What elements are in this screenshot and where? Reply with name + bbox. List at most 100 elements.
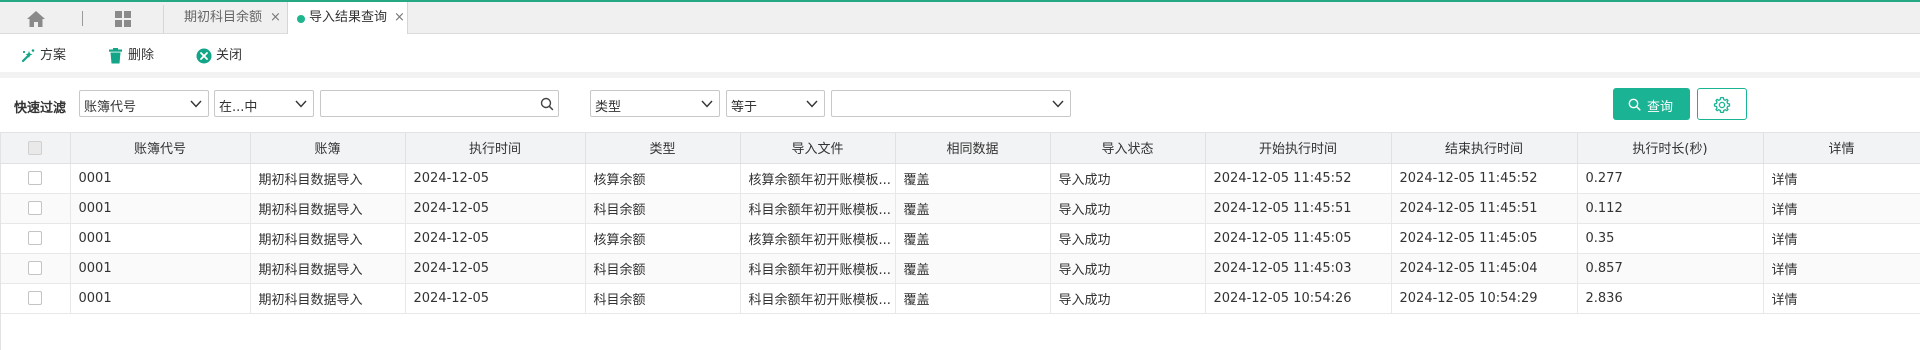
filter-value-input-1[interactable] (320, 90, 559, 117)
home-icon[interactable] (24, 9, 48, 29)
duplicate-data-cell: 覆盖 (895, 163, 1051, 194)
filter-field-select-1[interactable]: 账簿代号 (79, 90, 209, 117)
tab-bar: 期初科目余额 × 导入结果查询 × (0, 0, 1920, 34)
detail-link[interactable]: 详情 (1763, 253, 1920, 284)
row-checkbox[interactable] (28, 261, 43, 275)
filter-value-field[interactable] (325, 94, 535, 113)
select-all-checkbox[interactable] (28, 140, 43, 155)
column-header[interactable]: 账簿代号 (70, 133, 251, 164)
end-time-cell: 2024-12-05 11:45:05 (1391, 223, 1578, 254)
row-select-cell (1, 223, 71, 254)
book-code-cell: 0001 (70, 223, 251, 254)
import-file-cell: 核算余额年初开账模板... (740, 223, 896, 254)
tab-label: 导入结果查询 (309, 10, 388, 25)
import-status-cell: 导入成功 (1050, 253, 1206, 284)
filter-operator-select-1[interactable]: 在...中 (214, 90, 314, 117)
filter-field-value: 账簿代号 (84, 100, 137, 115)
filter-operator-value: 等于 (731, 100, 758, 115)
column-header[interactable]: 结束执行时间 (1391, 133, 1578, 164)
caret-down-icon (806, 100, 818, 108)
row-checkbox[interactable] (28, 171, 43, 185)
close-icon[interactable]: × (394, 2, 405, 34)
tab-import-results[interactable]: 导入结果查询 × (287, 2, 408, 34)
query-button[interactable]: 查询 (1613, 88, 1690, 120)
filter-settings-button[interactable] (1697, 88, 1747, 120)
import-status-cell: 导入成功 (1050, 193, 1206, 224)
row-checkbox[interactable] (28, 201, 43, 215)
end-time-cell: 2024-12-05 11:45:52 (1391, 163, 1578, 194)
filter-value-select-2[interactable] (831, 90, 1071, 117)
type-cell: 科目余额 (585, 253, 741, 284)
import-status-cell: 导入成功 (1050, 223, 1206, 254)
table-row[interactable]: 0001 期初科目数据导入 2024-12-05 科目余额 科目余额年初开账模板... 覆… (1, 193, 1920, 224)
type-cell: 核算余额 (585, 163, 741, 194)
delete-button[interactable]: 删除 (108, 46, 160, 66)
row-select-cell (1, 163, 71, 194)
row-select-cell (1, 283, 71, 314)
detail-link[interactable]: 详情 (1763, 163, 1920, 194)
column-header[interactable]: 导入文件 (740, 133, 896, 164)
column-header[interactable]: 详情 (1763, 133, 1920, 164)
filter-field-select-2[interactable]: 类型 (590, 90, 720, 117)
scheme-button[interactable]: 方案 (20, 46, 72, 66)
detail-link[interactable]: 详情 (1763, 223, 1920, 254)
column-header[interactable]: 相同数据 (895, 133, 1051, 164)
tab-opening-balance[interactable]: 期初科目余额 × (164, 2, 287, 34)
scheme-label: 方案 (40, 48, 67, 63)
row-select-cell (1, 253, 71, 284)
detail-link[interactable]: 详情 (1763, 283, 1920, 314)
duration-cell: 0.857 (1577, 253, 1764, 284)
duplicate-data-cell: 覆盖 (895, 253, 1051, 284)
query-label: 查询 (1647, 100, 1674, 115)
close-label: 关闭 (216, 48, 243, 63)
detail-link[interactable]: 详情 (1763, 193, 1920, 224)
import-status-cell: 导入成功 (1050, 163, 1206, 194)
column-header[interactable]: 开始执行时间 (1205, 133, 1392, 164)
column-header[interactable]: 执行时间 (405, 133, 586, 164)
book-cell: 期初科目数据导入 (250, 193, 406, 224)
quick-filter-label: 快速过滤 (14, 101, 67, 116)
column-header[interactable]: 类型 (585, 133, 741, 164)
exec-date-cell: 2024-12-05 (405, 163, 586, 194)
duration-cell: 0.277 (1577, 163, 1764, 194)
column-header[interactable]: 账簿 (250, 133, 406, 164)
table-row[interactable]: 0001 期初科目数据导入 2024-12-05 核算余额 核算余额年初开账模板... 覆… (1, 223, 1920, 254)
grid-icon[interactable] (114, 10, 132, 28)
delete-label: 删除 (128, 48, 155, 63)
search-icon[interactable] (540, 97, 554, 111)
type-cell: 核算余额 (585, 223, 741, 254)
select-all-cell (1, 133, 71, 164)
import-status-cell: 导入成功 (1050, 283, 1206, 314)
import-file-cell: 科目余额年初开账模板... (740, 253, 896, 284)
filter-operator-select-2[interactable]: 等于 (726, 90, 825, 117)
table-header-row: 账簿代号 账簿 执行时间 类型 导入文件 相同数据 导入状态 开始执行时间 结束… (1, 133, 1920, 164)
exec-date-cell: 2024-12-05 (405, 223, 586, 254)
column-header[interactable]: 执行时长(秒) (1577, 133, 1764, 164)
type-cell: 科目余额 (585, 283, 741, 314)
table-row[interactable]: 0001 期初科目数据导入 2024-12-05 科目余额 科目余额年初开账模板... 覆… (1, 253, 1920, 284)
book-cell: 期初科目数据导入 (250, 253, 406, 284)
caret-down-icon (190, 100, 202, 108)
import-file-cell: 核算余额年初开账模板... (740, 163, 896, 194)
start-time-cell: 2024-12-05 11:45:03 (1205, 253, 1392, 284)
end-time-cell: 2024-12-05 10:54:29 (1391, 283, 1578, 314)
table-row[interactable]: 0001 期初科目数据导入 2024-12-05 核算余额 核算余额年初开账模板... 覆… (1, 163, 1920, 194)
row-checkbox[interactable] (28, 231, 43, 245)
duplicate-data-cell: 覆盖 (895, 223, 1051, 254)
toolbar: 方案 删除 关闭 (0, 34, 1920, 78)
start-time-cell: 2024-12-05 11:45:05 (1205, 223, 1392, 254)
duplicate-data-cell: 覆盖 (895, 193, 1051, 224)
exec-date-cell: 2024-12-05 (405, 253, 586, 284)
row-checkbox[interactable] (28, 291, 43, 305)
row-select-cell (1, 193, 71, 224)
close-circle-icon (196, 48, 212, 64)
end-time-cell: 2024-12-05 11:45:04 (1391, 253, 1578, 284)
caret-down-icon (1052, 100, 1064, 108)
table-row[interactable]: 0001 期初科目数据导入 2024-12-05 科目余额 科目余额年初开账模板... 覆… (1, 283, 1920, 314)
tab-separator (82, 11, 83, 26)
close-button[interactable]: 关闭 (196, 46, 248, 66)
column-header[interactable]: 导入状态 (1050, 133, 1206, 164)
end-time-cell: 2024-12-05 11:45:51 (1391, 193, 1578, 224)
caret-down-icon (295, 100, 307, 108)
close-icon[interactable]: × (270, 2, 281, 34)
